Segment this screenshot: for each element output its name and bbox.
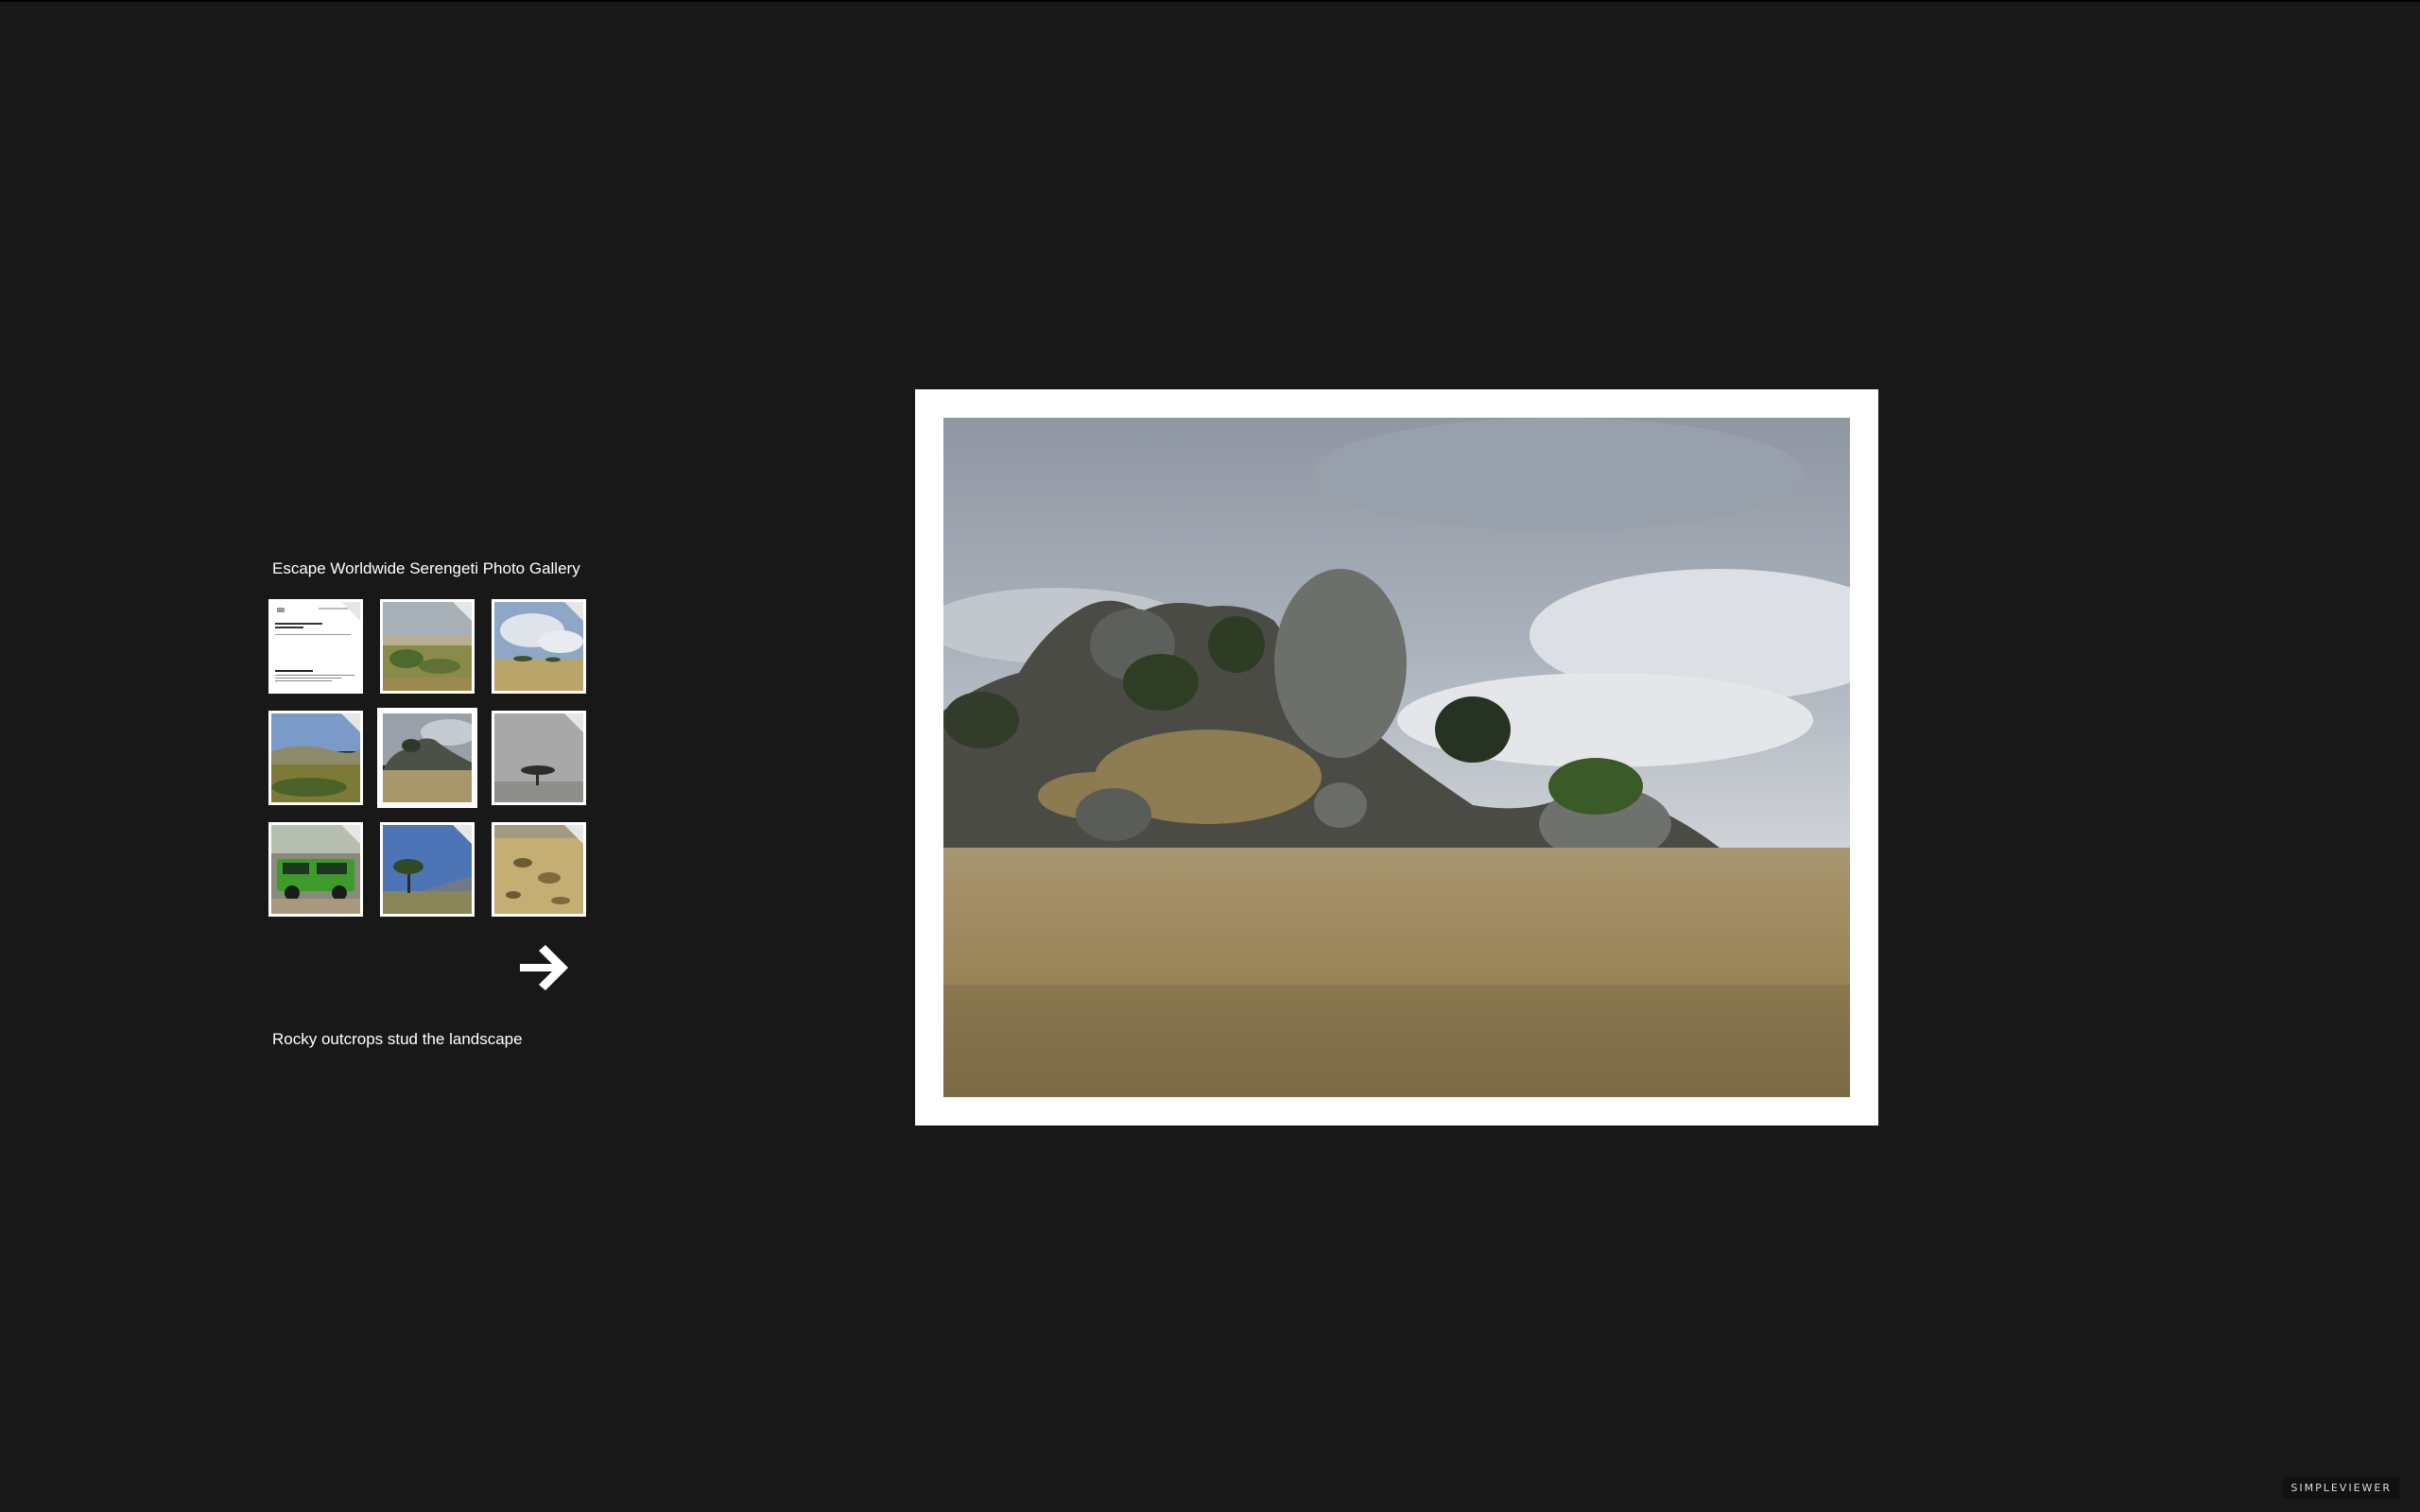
page-curl-icon — [564, 602, 583, 621]
thumbnail-9[interactable] — [492, 822, 586, 917]
page-curl-icon — [453, 825, 472, 844]
thumbnail-6[interactable] — [492, 711, 586, 805]
thumbnail-4[interactable] — [268, 711, 363, 805]
main-image[interactable] — [943, 418, 1850, 1097]
thumbnail-2[interactable] — [380, 599, 475, 694]
simpleviewer-logo[interactable]: SIMPLEVIEWER — [2283, 1477, 2399, 1499]
thumbnail-5-selected[interactable] — [377, 708, 477, 808]
next-page-button[interactable] — [516, 943, 571, 992]
page-curl-icon — [341, 602, 360, 621]
page-curl-icon — [341, 825, 360, 844]
page-curl-icon — [564, 825, 583, 844]
page-curl-icon — [453, 602, 472, 621]
thumbnail-1[interactable] — [268, 599, 363, 694]
thumbnail-7[interactable] — [268, 822, 363, 917]
thumbnail-3[interactable] — [492, 599, 586, 694]
rocky-outcrop-photo — [943, 418, 1850, 1097]
arrow-right-icon — [520, 945, 568, 990]
main-image-frame — [915, 389, 1878, 1125]
photo-caption: Rocky outcrops stud the landscape — [272, 1030, 523, 1048]
page-curl-icon — [341, 713, 360, 732]
top-border — [0, 0, 2420, 2]
rocky-outcrop-thumbnail-image — [383, 713, 472, 802]
page-curl-icon — [564, 713, 583, 732]
gallery-title: Escape Worldwide Serengeti Photo Gallery — [272, 559, 580, 577]
thumbnail-grid — [268, 599, 586, 917]
thumbnail-8[interactable] — [380, 822, 475, 917]
